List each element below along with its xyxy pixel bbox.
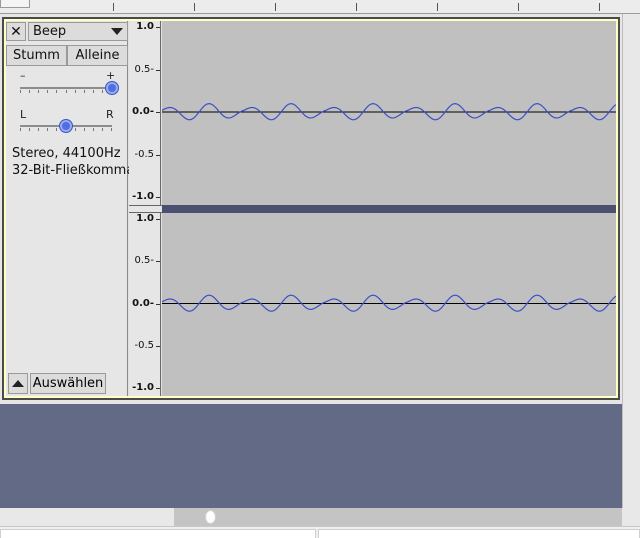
audio-track[interactable]: ✕ Beep Stumm Alleine – + L R Stereo, 441… — [2, 17, 620, 400]
ruler-tick — [113, 3, 114, 11]
collapse-track-button[interactable] — [8, 373, 28, 394]
scale-tick — [156, 112, 160, 113]
slider-tick — [93, 90, 94, 93]
slider-tick — [75, 128, 76, 131]
solo-button[interactable]: Alleine — [67, 45, 128, 66]
slider-tick — [20, 128, 21, 131]
status-field — [0, 529, 316, 538]
slider-tick — [75, 90, 76, 93]
pan-right-label: R — [106, 108, 114, 121]
track-body: ✕ Beep Stumm Alleine – + L R Stereo, 441… — [6, 21, 616, 396]
scale-tick — [156, 345, 160, 347]
slider-tick — [56, 90, 57, 93]
channel-separator-scale — [129, 205, 162, 213]
status-bar — [0, 526, 640, 538]
scale-label: 0.0- — [132, 106, 154, 117]
ruler-tick — [518, 3, 519, 11]
amplitude-scale-left[interactable]: 1.0 0.5- 0.0- -0.5 -1.0 — [129, 21, 161, 205]
mute-button[interactable]: Stumm — [6, 45, 67, 66]
slider-tick — [93, 128, 94, 131]
slider-tick — [47, 128, 48, 131]
gain-slider-thumb[interactable] — [106, 82, 118, 94]
scale-label: -0.5 — [134, 148, 154, 160]
status-field — [318, 529, 640, 538]
scale-label: 0.5- — [134, 255, 154, 267]
slider-tick — [102, 128, 103, 131]
slider-tick — [111, 128, 112, 131]
gain-plus-label: + — [106, 69, 116, 82]
scale-label: 1.0 — [136, 21, 154, 32]
ruler-tick — [194, 3, 195, 11]
channel-separator — [162, 205, 616, 213]
slider-tick — [29, 128, 30, 131]
scale-tick — [156, 388, 160, 389]
scale-label: -1.0 — [132, 382, 154, 393]
slider-tick — [47, 90, 48, 93]
empty-track-area[interactable] — [0, 404, 622, 508]
select-track-button[interactable]: Auswählen — [30, 373, 106, 394]
scrollbar-trough[interactable] — [174, 508, 622, 526]
ruler-tick — [356, 3, 357, 11]
slider-tick — [102, 90, 103, 93]
vertical-scroll-area[interactable] — [622, 14, 640, 508]
scale-label: -0.5 — [134, 339, 154, 351]
waveform-left-channel[interactable] — [162, 21, 616, 205]
slider-tick — [38, 128, 39, 131]
ruler-tick — [275, 3, 276, 11]
track-control-panel[interactable]: ✕ Beep Stumm Alleine – + L R Stereo, 441… — [6, 21, 134, 396]
track-format-sample: 32-Bit-Fließkomma — [12, 163, 135, 178]
track-name: Beep — [33, 24, 67, 39]
collapse-icon — [12, 380, 24, 387]
scale-label: 0.0- — [132, 297, 154, 309]
select-label: Auswählen — [32, 376, 104, 391]
waveform-svg — [162, 294, 616, 312]
horizontal-scrollbar[interactable] — [0, 508, 640, 526]
scale-tick — [156, 69, 160, 71]
amplitude-scale-right[interactable]: 1.0 0.5- 0.0- -0.5 -1.0 — [129, 213, 161, 396]
mute-label: Stumm — [13, 48, 60, 63]
scrollbar-thumb[interactable] — [205, 510, 216, 524]
track-format-channels: Stereo, 44100Hz — [12, 146, 121, 161]
gain-slider[interactable] — [20, 87, 112, 93]
slider-tick — [84, 128, 85, 131]
waveform-svg — [162, 103, 616, 121]
gain-minus-label: – — [20, 69, 26, 82]
chevron-down-icon — [111, 28, 123, 35]
scale-tick — [156, 261, 160, 263]
pan-left-label: L — [20, 108, 27, 121]
timeline-ruler[interactable] — [0, 0, 640, 14]
slider-tick — [20, 90, 21, 93]
ruler-menu-button[interactable] — [0, 0, 30, 8]
waveform-right-channel[interactable] — [162, 213, 616, 396]
slider-tick — [84, 90, 85, 93]
slider-tick — [38, 90, 39, 93]
ruler-tick — [599, 3, 600, 11]
track-name-menu[interactable]: Beep — [28, 22, 128, 41]
ruler-tick — [437, 3, 438, 11]
slider-tick — [29, 90, 30, 93]
close-icon: ✕ — [10, 23, 22, 40]
solo-label: Alleine — [75, 48, 120, 63]
slider-tick — [66, 90, 67, 93]
scale-tick — [156, 154, 160, 156]
scale-tick — [156, 197, 160, 198]
scale-tick — [156, 303, 160, 305]
scale-tick — [156, 27, 160, 28]
scale-label: 0.5- — [134, 63, 154, 75]
pan-slider-thumb[interactable] — [60, 120, 72, 132]
scale-label: -1.0 — [132, 191, 154, 202]
scale-label: 1.0 — [136, 213, 154, 224]
scale-tick — [156, 219, 160, 220]
close-track-button[interactable]: ✕ — [6, 22, 26, 41]
slider-tick — [56, 128, 57, 131]
